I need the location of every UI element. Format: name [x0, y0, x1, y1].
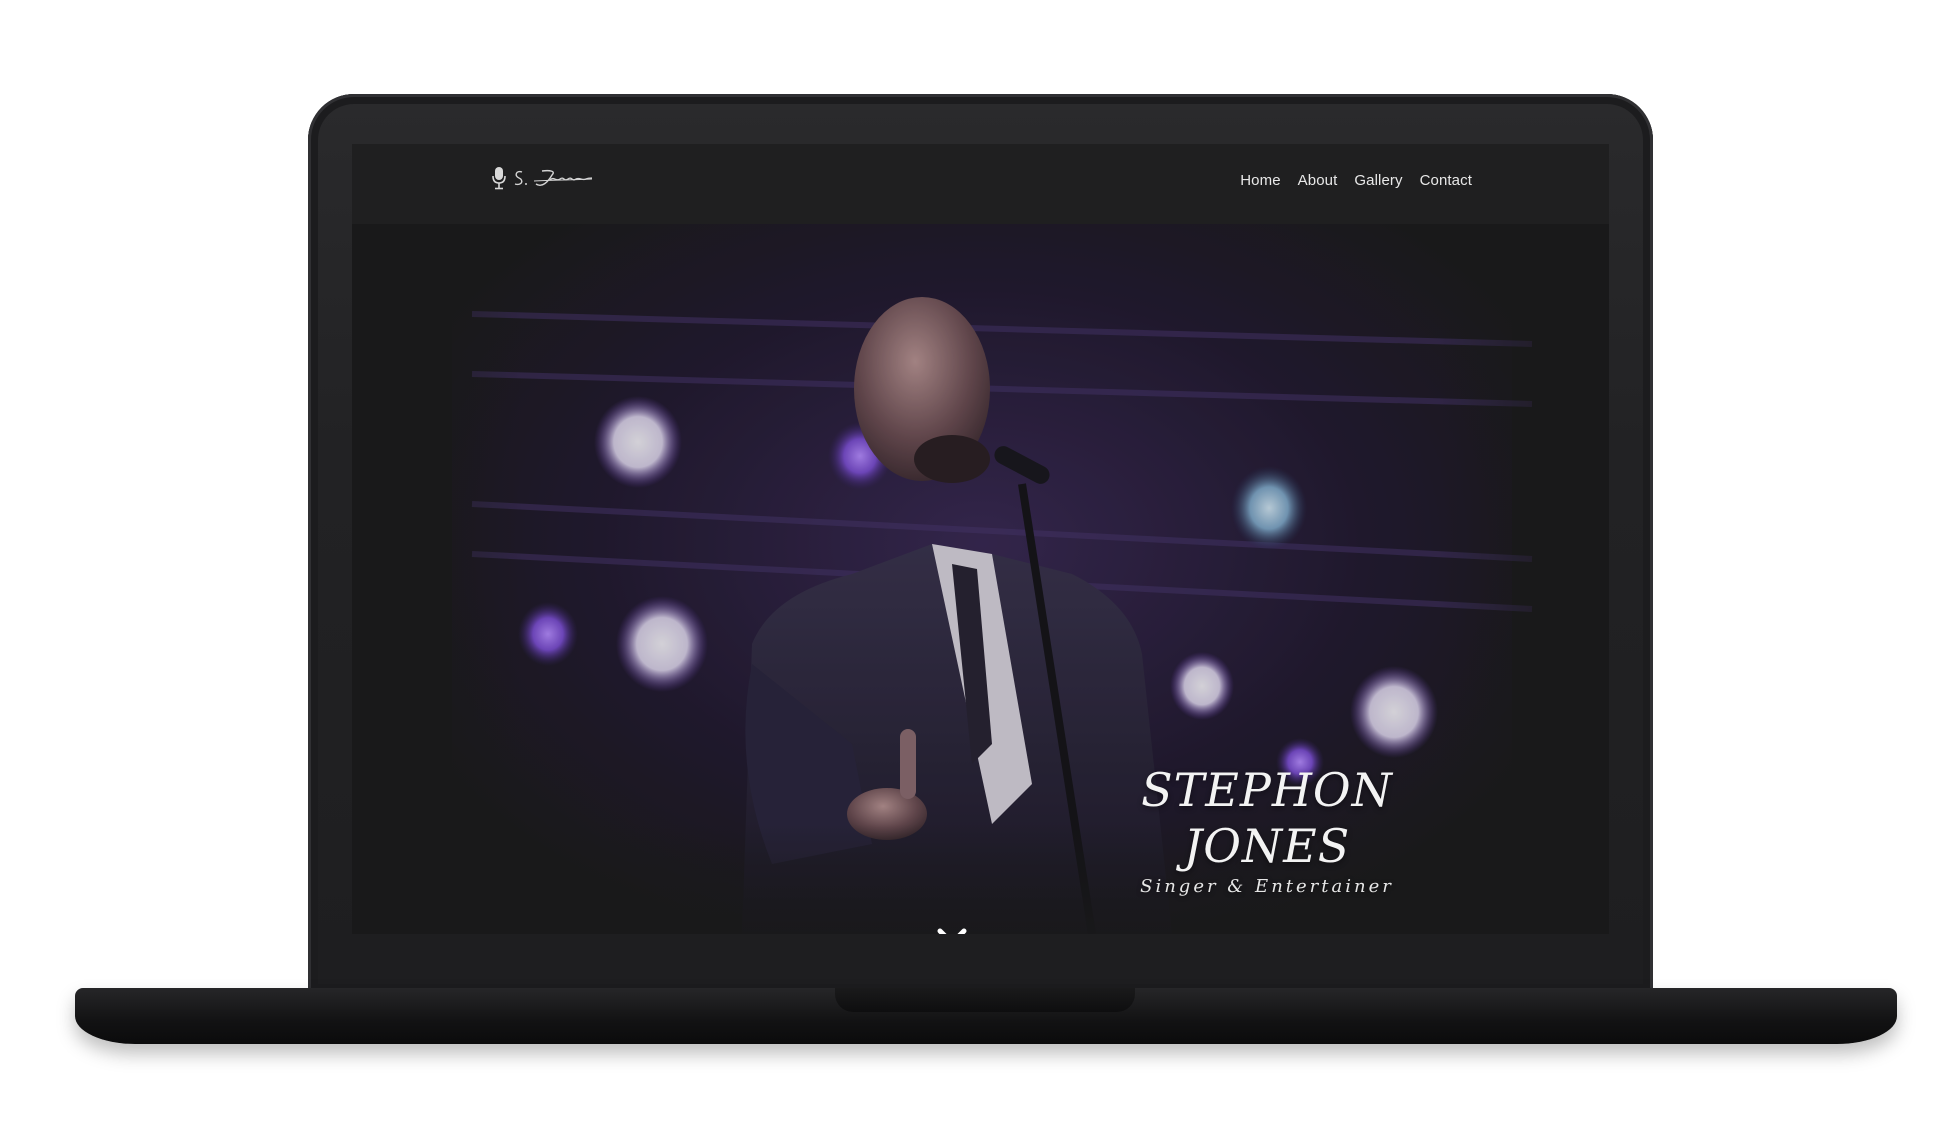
laptop-screen: Home About Gallery Contact STEPHON JONES… [352, 144, 1609, 934]
nav-contact[interactable]: Contact [1420, 172, 1472, 189]
device-mockup: Home About Gallery Contact STEPHON JONES… [0, 0, 1957, 1123]
hero-title: STEPHON JONES [1132, 762, 1402, 874]
nav-home[interactable]: Home [1240, 172, 1280, 189]
site-logo[interactable] [492, 166, 594, 190]
main-nav: Home About Gallery Contact [1240, 172, 1472, 189]
hero-title-line1: STEPHON [1141, 763, 1393, 817]
nav-about[interactable]: About [1298, 172, 1338, 189]
nav-gallery[interactable]: Gallery [1354, 172, 1402, 189]
laptop-hinge-notch [835, 988, 1135, 1012]
hero-section: STEPHON JONES Singer & Entertainer [352, 224, 1609, 934]
chevron-down-icon[interactable] [934, 922, 970, 934]
signature-logo [512, 166, 594, 190]
hero-title-line2: JONES [1183, 819, 1351, 873]
laptop-lid: Home About Gallery Contact STEPHON JONES… [308, 94, 1653, 994]
microphone-icon [492, 166, 506, 190]
hero-subtitle: Singer & Entertainer [1140, 876, 1394, 897]
hero-photo [352, 224, 1609, 934]
site-header: Home About Gallery Contact [352, 144, 1609, 224]
